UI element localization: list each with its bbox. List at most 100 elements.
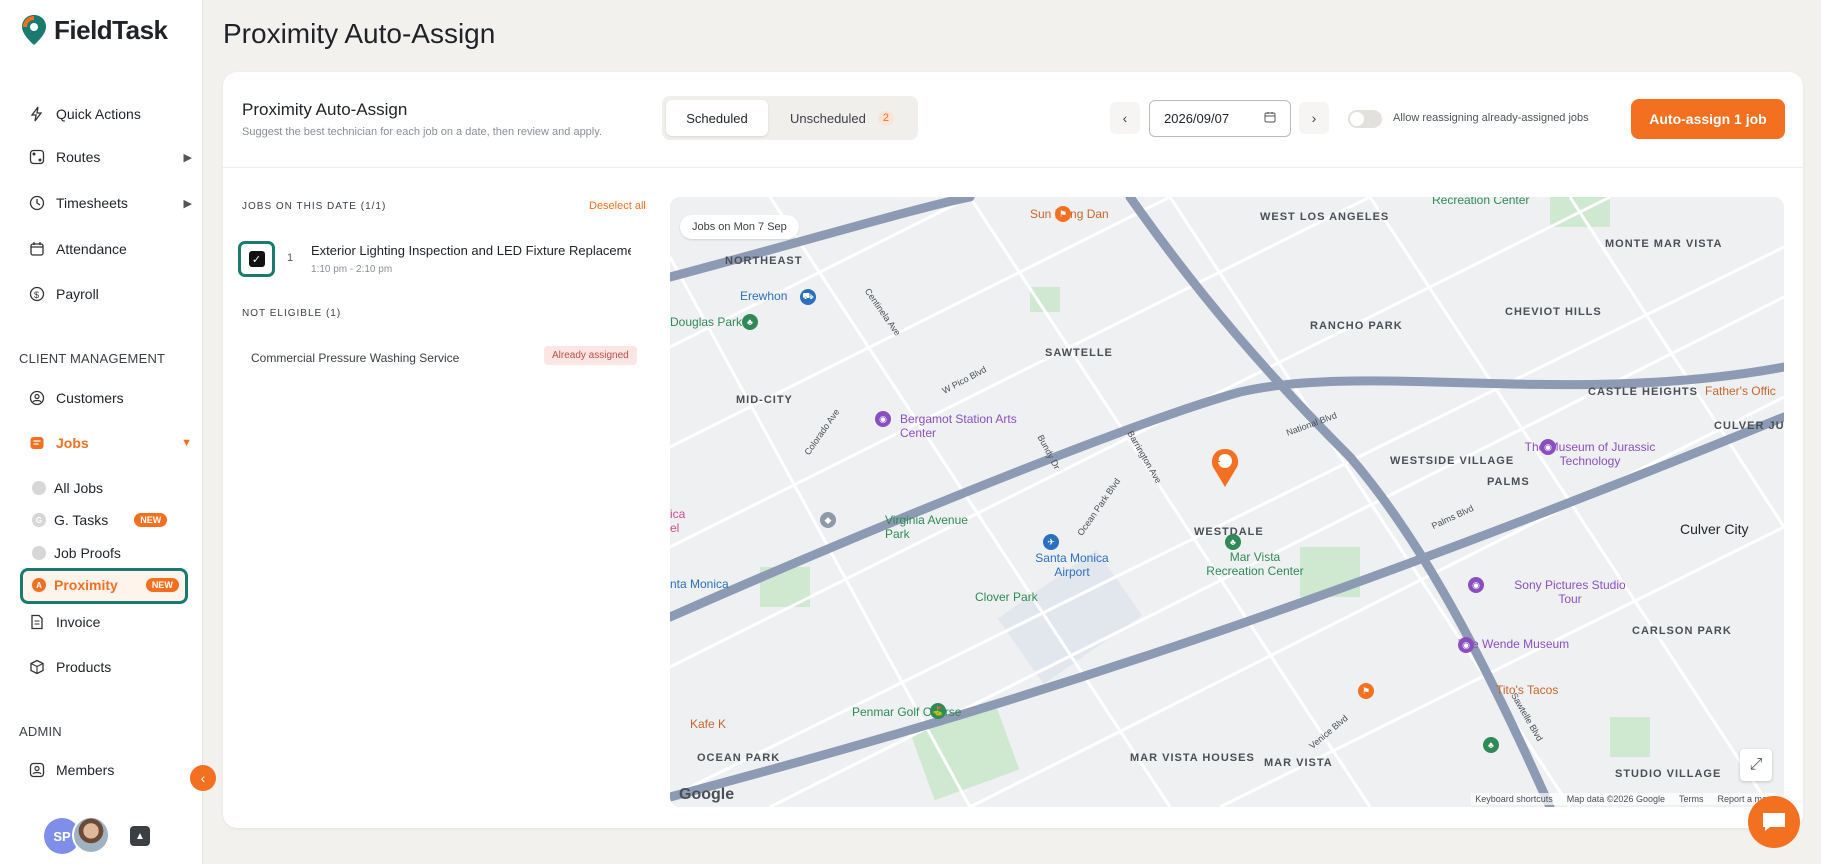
sidebar-item-customers[interactable]: Customers	[28, 389, 188, 407]
tab-label: Unscheduled	[789, 110, 866, 126]
map-place: Culver City	[1680, 521, 1749, 537]
terms-link[interactable]: Terms	[1679, 794, 1704, 804]
map-place: Kafe K	[690, 717, 727, 731]
dollar-icon: $	[28, 285, 46, 303]
proximity-icon: A	[32, 578, 46, 592]
shopping-pin-icon[interactable]: ⛟	[800, 289, 816, 305]
sidebar-item-label: All Jobs	[54, 480, 104, 496]
new-badge: NEW	[134, 513, 168, 527]
deselect-all-link[interactable]: Deselect all	[589, 200, 646, 212]
sidebar-item-invoice[interactable]: Invoice	[28, 613, 188, 631]
sidebar-subitem-job-proofs[interactable]: Job Proofs	[32, 545, 121, 561]
keyboard-shortcuts-link[interactable]: Keyboard shortcuts	[1475, 794, 1553, 804]
sidebar: FieldTask Quick Actions Routes ▶ Timeshe…	[0, 0, 203, 864]
map-place: Clover Park	[975, 590, 1038, 604]
sidebar-item-routes[interactable]: Routes ▶	[28, 148, 192, 166]
map-place: Father's Offic	[1705, 384, 1776, 398]
sidebar-item-label: Attendance	[56, 241, 127, 257]
collapse-sidebar-button[interactable]: ‹	[190, 765, 216, 791]
map-place: Erewhon	[740, 289, 788, 303]
sidebar-item-label: G. Tasks	[54, 512, 109, 528]
map-roads	[670, 197, 1784, 807]
caret-right-icon: ▶	[183, 197, 192, 210]
sidebar-item-members[interactable]: Members	[28, 761, 188, 779]
job-title[interactable]: Exterior Lighting Inspection and LED Fix…	[311, 243, 631, 258]
museum-pin-icon[interactable]: ◉	[1540, 439, 1556, 455]
job-title-text: Exterior Lighting Inspection and LED Fix…	[311, 243, 631, 258]
route-icon	[28, 148, 46, 166]
restaurant-pin-icon[interactable]: ⚑	[1358, 683, 1374, 699]
map-place: Virginia Avenue Park	[885, 513, 968, 541]
map-neighborhood: CHEVIOT HILLS	[1505, 306, 1602, 318]
calendar-icon[interactable]	[1264, 111, 1276, 126]
sidebar-item-attendance[interactable]: Attendance	[28, 240, 188, 258]
map-neighborhood: WEST LOS ANGELES	[1260, 211, 1390, 223]
map-attribution: Keyboard shortcuts Map data ©2026 Google…	[1471, 793, 1776, 805]
date-value: 2026/09/07	[1164, 111, 1230, 126]
proximity-card: Proximity Auto-Assign Suggest the best t…	[223, 72, 1803, 828]
museum-pin-icon[interactable]: ◉	[1458, 637, 1474, 653]
sidebar-subitem-g-tasks[interactable]: G G. Tasks NEW	[32, 512, 168, 528]
not-eligible-header: NOT ELIGIBLE (1)	[242, 308, 342, 319]
auto-assign-button[interactable]: Auto-assign 1 job	[1631, 99, 1785, 139]
sidebar-item-label: Products	[56, 659, 112, 675]
sidebar-item-label: Quick Actions	[56, 106, 141, 122]
map-view[interactable]: 1 Jobs on Mon 7 Sep NORTHEAST WEST LOS A…	[670, 197, 1784, 807]
marker-label: 1	[1215, 454, 1222, 465]
sidebar-subitem-all-jobs[interactable]: All Jobs	[32, 480, 103, 496]
sidebar-item-products[interactable]: Products	[28, 658, 188, 676]
map-place: nta Monica	[670, 577, 729, 591]
next-date-button[interactable]: ›	[1299, 102, 1329, 134]
map-place: Tito's Tacos	[1496, 683, 1559, 697]
map-neighborhood: PALMS	[1487, 476, 1530, 488]
fullscreen-icon[interactable]: ⤢	[1740, 749, 1772, 781]
chevron-up-icon[interactable]: ▲	[130, 826, 150, 846]
job-checkbox[interactable]: ✓	[248, 251, 265, 267]
chat-button[interactable]	[1748, 796, 1800, 848]
airport-pin-icon[interactable]: ✈	[1043, 534, 1059, 550]
map-neighborhood: STUDIO VILLAGE	[1615, 768, 1722, 780]
sidebar-item-jobs[interactable]: Jobs ▼	[28, 434, 192, 452]
map-place: Bergamot Station Arts Center	[900, 412, 1017, 440]
sidebar-item-payroll[interactable]: $ Payroll	[28, 285, 188, 303]
restaurant-pin-icon[interactable]: ⚑	[1055, 206, 1071, 222]
map-place: Sony Pictures Studio Tour	[1514, 578, 1626, 606]
sidebar-item-label: Invoice	[56, 614, 101, 630]
user-avatar-photo[interactable]	[72, 816, 110, 854]
sidebar-item-quick-actions[interactable]: Quick Actions	[28, 105, 188, 123]
app-logo[interactable]: FieldTask	[20, 14, 168, 46]
section-label-client-management: CLIENT MANAGEMENT	[19, 351, 166, 366]
header-divider	[223, 167, 1803, 168]
tab-unscheduled[interactable]: Unscheduled 2	[772, 100, 912, 136]
sidebar-item-label: Routes	[56, 149, 101, 165]
bolt-icon	[28, 105, 46, 123]
map-data-text: Map data ©2026 Google	[1566, 794, 1665, 804]
map-neighborhood: CASTLE HEIGHTS	[1588, 386, 1698, 398]
map-neighborhood: CULVER JUNCTION	[1714, 420, 1784, 432]
sidebar-subitem-proximity[interactable]: A Proximity NEW	[32, 577, 179, 593]
date-input[interactable]: 2026/09/07	[1149, 100, 1291, 137]
box-icon	[28, 658, 46, 676]
recreation-pin-icon[interactable]: ♣	[1225, 534, 1241, 550]
school-pin-icon[interactable]: ◆	[820, 512, 836, 528]
circle-dot-icon	[32, 481, 46, 495]
golf-pin-icon[interactable]: ⛳	[930, 703, 946, 719]
park-pin-icon[interactable]: ♣	[1483, 737, 1499, 753]
caret-down-icon: ▼	[181, 437, 192, 449]
job-time: 1:10 pm - 2:10 pm	[311, 264, 393, 275]
jobs-list-header: JOBS ON THIS DATE (1/1)	[242, 201, 387, 212]
schedule-tabs: Scheduled Unscheduled 2	[662, 96, 918, 140]
sidebar-item-timesheets[interactable]: Timesheets ▶	[28, 194, 192, 212]
sidebar-item-label: Proximity	[54, 577, 118, 593]
map-neighborhood: CARLSON PARK	[1632, 625, 1732, 637]
map-place: ica	[670, 507, 686, 521]
museum-pin-icon[interactable]: ◉	[875, 411, 891, 427]
map-neighborhood: OCEAN PARK	[697, 752, 781, 764]
prev-date-button[interactable]: ‹	[1110, 102, 1140, 134]
tab-scheduled[interactable]: Scheduled	[666, 100, 768, 136]
park-pin-icon[interactable]: ♣	[742, 314, 758, 330]
map-place: Recreation Center	[1432, 197, 1530, 207]
chat-icon	[1763, 813, 1785, 831]
landmark-pin-icon[interactable]: ◉	[1468, 577, 1484, 593]
reassign-toggle[interactable]	[1348, 110, 1382, 128]
